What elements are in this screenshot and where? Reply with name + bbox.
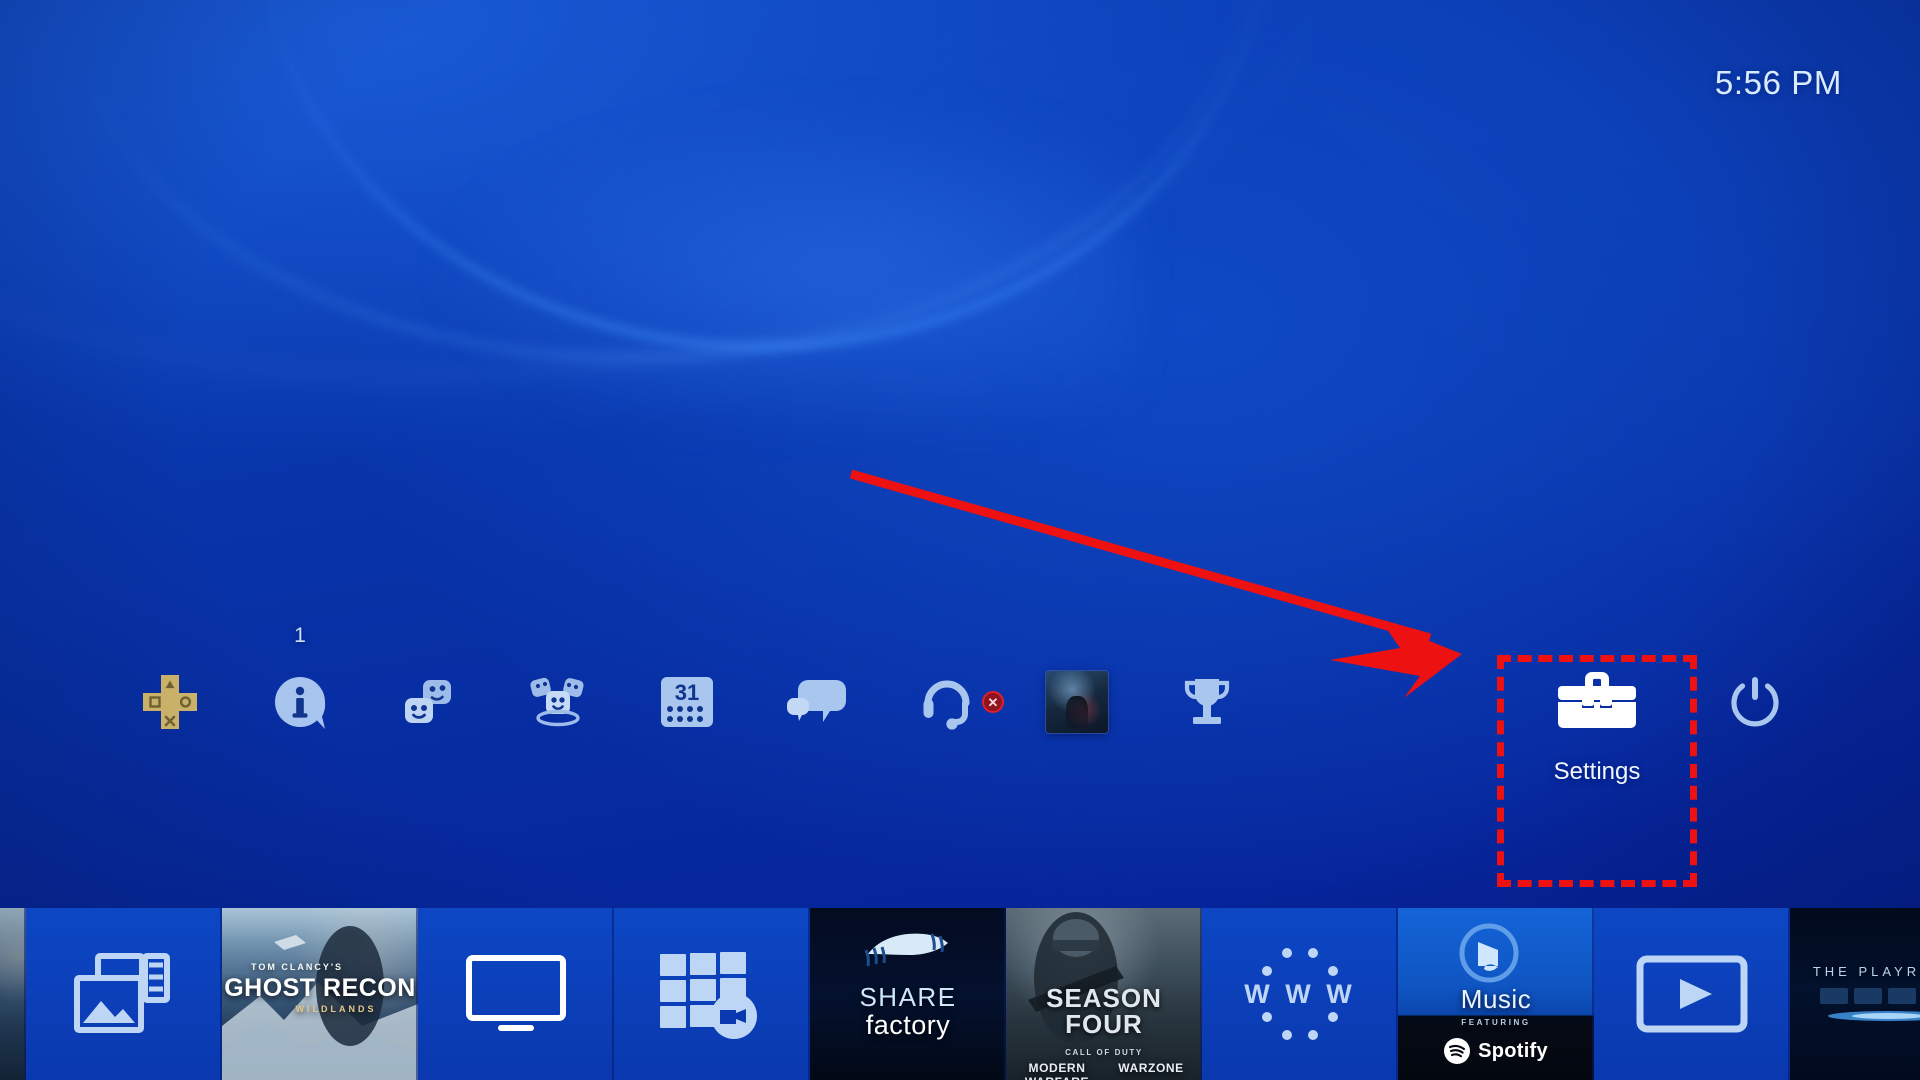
dock-tile-capture-gallery[interactable]: [26, 908, 222, 1080]
dock-tile-library[interactable]: [614, 908, 810, 1080]
spotify-icon: [1444, 1038, 1471, 1064]
tile-featuring-label: FEATURING: [1461, 1018, 1531, 1027]
tile-title-brand: CALL OF DUTY: [1065, 1048, 1143, 1057]
capture-gallery-icon: [71, 951, 177, 1037]
video-play-icon: [1636, 955, 1748, 1033]
friends-icon: [363, 652, 493, 752]
function-item-settings[interactable]: Settings: [1532, 630, 1662, 810]
ps4-home-screen: 5:56 PM PlayStation Plus 1: [0, 0, 1920, 1080]
dock-tile-the-playroom[interactable]: THE PLAYROOM: [1790, 908, 1920, 1080]
function-item-power[interactable]: Power: [1690, 630, 1820, 810]
function-row: PlayStation Plus 1 Notifications: [0, 624, 1920, 810]
tile-title-sub-right: WARZONE: [1118, 1061, 1184, 1075]
dock-tile-ps-music[interactable]: Music FEATURING Spotify: [1398, 908, 1594, 1080]
www-browser-icon: W W W: [1235, 939, 1365, 1049]
user-avatar-icon: ✕: [982, 652, 1142, 752]
tile-title-sub: WILDLANDS: [295, 1004, 377, 1014]
messages-icon: [752, 652, 882, 752]
function-item-ps-plus[interactable]: PlayStation Plus: [105, 630, 235, 810]
spotify-label: Spotify: [1478, 1039, 1548, 1062]
trophy-icon: [1142, 652, 1272, 752]
tile-title-season-2: FOUR: [1065, 1009, 1143, 1039]
content-dock: TOM CLANCY'S GHOST RECON WILDLANDS SHARE…: [0, 908, 1920, 1080]
spotify-partner: Spotify: [1398, 1038, 1594, 1064]
background-wave-outer: [0, 0, 1348, 437]
function-item-sound-devices[interactable]: Sound/Devices: [882, 630, 1012, 810]
tile-title-playroom: THE PLAYROOM: [1812, 964, 1920, 979]
notification-badge-count: 1: [294, 624, 306, 647]
function-item-party[interactable]: Party: [492, 630, 622, 810]
tv-screen-icon: [464, 953, 568, 1035]
dock-tile-previous[interactable]: [0, 908, 26, 1080]
tile-title-music: Music: [1460, 984, 1532, 1014]
offline-status-badge: ✕: [982, 691, 1004, 713]
avatar: [1046, 671, 1108, 733]
function-item-friends[interactable]: Friends: [363, 630, 493, 810]
background-wave-inner: [252, 0, 1278, 359]
function-item-profile[interactable]: ✕ Profile: [982, 630, 1142, 810]
dock-tile-internet-browser[interactable]: W W W: [1202, 908, 1398, 1080]
notifications-icon: [235, 652, 365, 752]
function-item-label: Settings: [1553, 758, 1641, 785]
svg-text:31: 31: [675, 680, 699, 705]
party-icon: [492, 652, 622, 752]
function-item-messages[interactable]: Messages: [752, 630, 882, 810]
library-grid-icon: [658, 948, 766, 1040]
dock-tile-video-player[interactable]: [1594, 908, 1790, 1080]
dock-tile-cod-warzone[interactable]: SEASON FOUR CALL OF DUTY MODERN WARFARE …: [1006, 908, 1202, 1080]
tile-title-line2: factory: [865, 1010, 951, 1040]
dock-tile-sharefactory[interactable]: SHARE factory: [810, 908, 1006, 1080]
power-icon: [1690, 652, 1820, 752]
toolbox-icon: [1532, 652, 1662, 752]
dock-tile-ghost-recon[interactable]: TOM CLANCY'S GHOST RECON WILDLANDS: [222, 908, 418, 1080]
function-item-events[interactable]: 31 Events: [622, 630, 752, 810]
function-item-trophies[interactable]: Trophies: [1142, 630, 1272, 810]
system-clock: 5:56 PM: [1714, 64, 1842, 101]
tile-title-sub-left: MODERN WARFARE: [1025, 1061, 1089, 1080]
background-glow: [430, 100, 1130, 420]
tile-title-top: TOM CLANCY'S: [251, 962, 343, 972]
tile-title-season-1: SEASON: [1046, 983, 1162, 1013]
ps-plus-icon: [105, 652, 235, 752]
events-calendar-icon: 31: [622, 652, 752, 752]
tile-title-line1: SHARE: [859, 982, 957, 1012]
svg-text:W W W: W W W: [1244, 979, 1355, 1009]
function-item-notifications[interactable]: 1 Notifications: [235, 624, 365, 810]
background-wave-middle: [50, 0, 1270, 391]
dock-tile-live-from-playstation[interactable]: [418, 908, 614, 1080]
tile-title-main: GHOST RECON: [224, 974, 416, 1002]
